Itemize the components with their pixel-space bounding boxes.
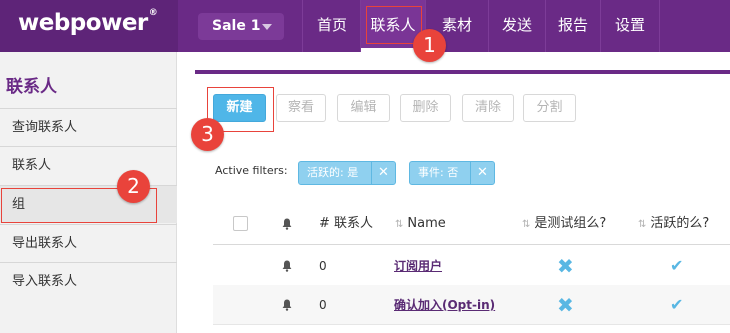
group-name-link[interactable]: 确认加入(Opt-in) (394, 285, 495, 325)
nav-item-reports[interactable]: 报告 (546, 0, 600, 52)
split-button[interactable]: 分割 (523, 94, 576, 122)
nav-divider (659, 0, 660, 52)
nav-item-label: 素材 (441, 16, 472, 34)
logo-text: webpower (18, 10, 148, 36)
webpower-logo[interactable]: webpower® (18, 8, 158, 36)
edit-button[interactable]: 编辑 (337, 94, 390, 122)
sort-icon: ⇅ (395, 219, 404, 230)
contacts-count: 0 (319, 259, 327, 273)
account-dropdown[interactable]: Sale 1 (198, 13, 284, 40)
sidebar-item-contacts[interactable]: 联系人 (0, 146, 177, 184)
column-header-is-active[interactable]: ⇅ 活跃的么? (638, 203, 709, 245)
filter-chip-label: 事件: 否 (418, 166, 459, 179)
account-dropdown-label: Sale 1 (212, 18, 261, 34)
filter-chip-label: 活跃的: 是 (307, 166, 359, 179)
sidebar-item-import-contacts[interactable]: 导入联系人 (0, 262, 177, 300)
bell-icon[interactable] (282, 218, 292, 230)
nav-item-send[interactable]: 发送 (489, 0, 545, 52)
column-header-label: Name (407, 216, 446, 231)
contacts-count: 0 (319, 298, 327, 312)
close-icon[interactable]: ✕ (371, 162, 395, 184)
clear-button[interactable]: 清除 (462, 94, 514, 122)
cross-icon: ✖ (557, 254, 574, 278)
cross-icon: ✖ (557, 293, 574, 317)
nav-item-label: 设置 (614, 16, 645, 34)
select-all-checkbox[interactable] (233, 216, 248, 231)
nav-item-label: 报告 (557, 16, 588, 34)
table-header: # 联系人 ⇅ Name ⇅ 是测试组么? ⇅ 活跃的么? (213, 203, 730, 245)
logo-registered-mark: ® (148, 8, 158, 18)
bell-icon[interactable] (282, 260, 292, 272)
column-header-name[interactable]: ⇅ Name (395, 203, 446, 245)
nav-item-home[interactable]: 首页 (304, 0, 360, 52)
nav-divider (302, 0, 303, 52)
column-header-is-test[interactable]: ⇅ 是测试组么? (522, 203, 606, 245)
active-filters-label: Active filters: (215, 164, 288, 177)
nav-item-settings[interactable]: 设置 (601, 0, 659, 52)
sort-icon: ⇅ (522, 219, 531, 230)
table-row[interactable]: 0 确认加入(Opt-in) ✖ ✔ (213, 285, 730, 325)
groups-table: # 联系人 ⇅ Name ⇅ 是测试组么? ⇅ 活跃的么? 0 订阅用户 ✖ ✔ 0 … (213, 203, 730, 333)
top-navigation-bar: webpower® Sale 1 首页 联系人 素材 发送 报告 设置 (0, 0, 730, 52)
column-header-label: 活跃的么? (650, 216, 710, 231)
bell-icon[interactable] (282, 299, 292, 311)
checkmark-icon: ✔ (670, 256, 684, 275)
column-header-label: 是测试组么? (534, 216, 607, 231)
chevron-down-icon (262, 24, 272, 30)
sidebar-item-export-contacts[interactable]: 导出联系人 (0, 224, 177, 262)
sidebar-title: 联系人 (6, 77, 57, 97)
close-icon[interactable]: ✕ (470, 162, 494, 184)
sidebar-item-label: 查询联系人 (12, 120, 78, 135)
sidebar-item-label: 联系人 (12, 158, 52, 173)
content-accent-bar (195, 70, 730, 74)
delete-button[interactable]: 删除 (400, 94, 451, 122)
sidebar-item-search-contacts[interactable]: 查询联系人 (0, 108, 177, 146)
sidebar-item-label: 导出联系人 (12, 236, 78, 251)
logo-area: webpower® (0, 0, 178, 52)
filter-chip-active: 活跃的: 是 ✕ (298, 161, 396, 185)
nav-item-label: 首页 (316, 16, 347, 34)
group-name-link[interactable]: 订阅用户 (394, 246, 442, 286)
checkmark-icon: ✔ (670, 295, 684, 314)
step-marker-3: 3 (191, 118, 224, 151)
column-header-contacts[interactable]: # 联系人 (319, 203, 373, 245)
step-marker-2: 2 (117, 170, 150, 203)
nav-item-label: 发送 (501, 16, 532, 34)
step-marker-1: 1 (413, 29, 446, 62)
sidebar-item-label: 导入联系人 (12, 274, 78, 289)
table-row[interactable]: 0 订阅用户 ✖ ✔ (213, 246, 730, 286)
sort-icon: ⇅ (638, 219, 647, 230)
view-button[interactable]: 察看 (276, 94, 326, 122)
filter-chip-event: 事件: 否 ✕ (409, 161, 495, 185)
